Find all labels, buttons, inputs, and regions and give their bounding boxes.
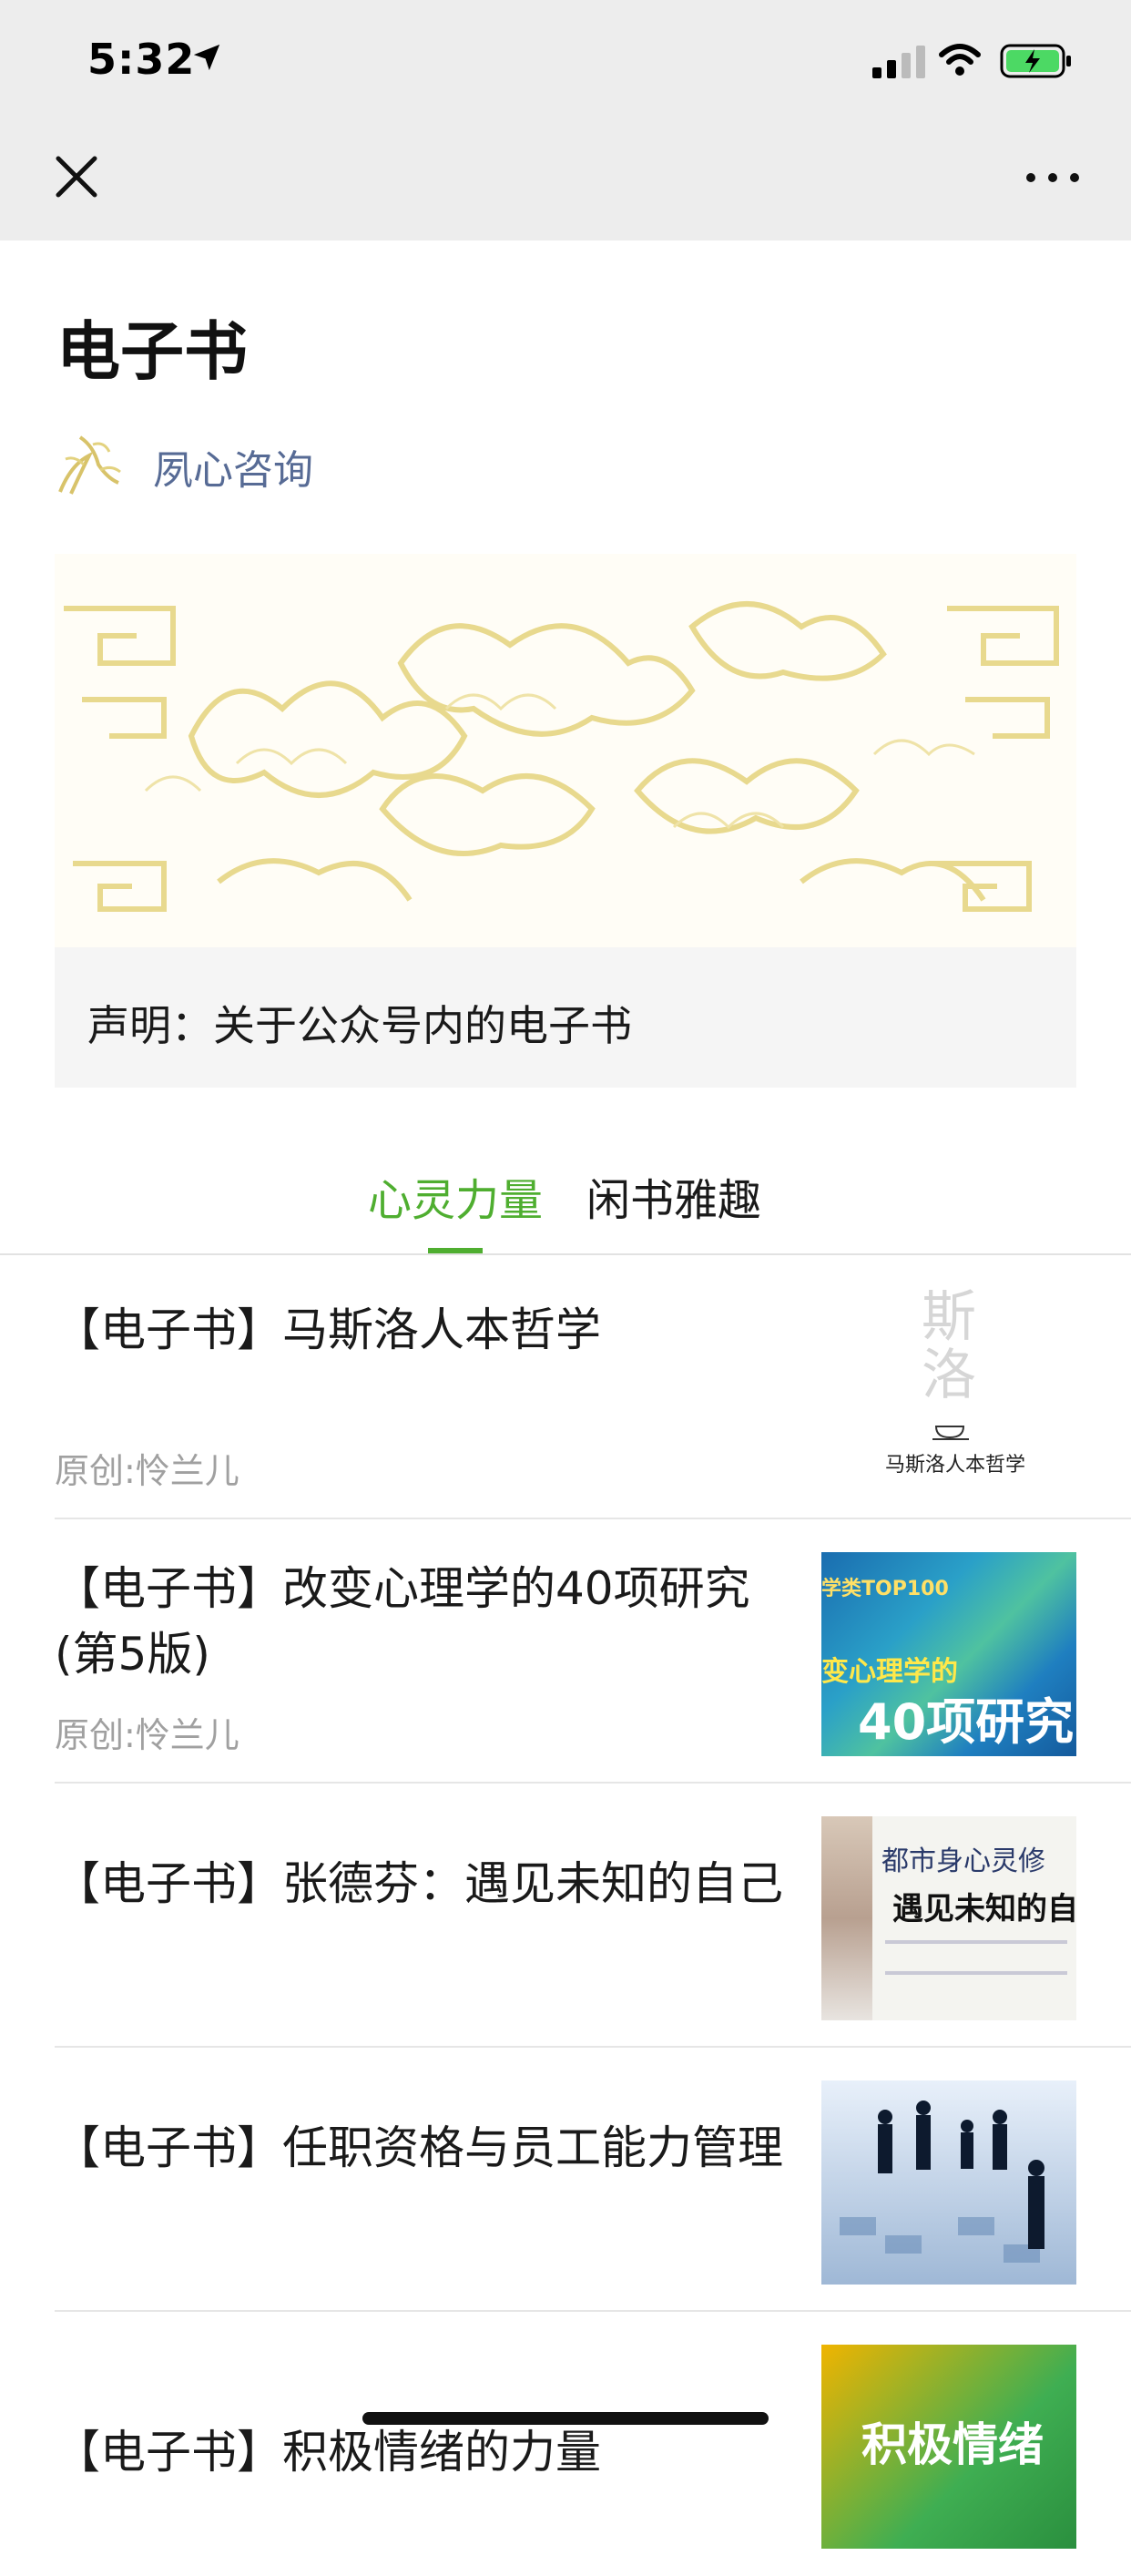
location-arrow-icon <box>193 44 220 71</box>
thumb-top-text: 学类TOP100 <box>821 1578 949 1600</box>
author-logo[interactable] <box>53 428 126 501</box>
item-thumbnail: 都市身心灵修 遇见未知的自 <box>821 1816 1076 2020</box>
thumb-top-text: 都市身心灵修 <box>881 1845 1045 1877</box>
close-icon[interactable] <box>49 149 104 204</box>
item-title: 【电子书】马斯洛人本哲学 <box>55 1303 601 1356</box>
item-title: 【电子书】张德芬：遇见未知的自己 <box>55 1857 783 1910</box>
thumb-person <box>821 1816 872 2020</box>
tab-xinling-liliang[interactable]: 心灵力量 <box>368 1164 543 1228</box>
item-title: 【电子书】积极情绪的力量 <box>55 2426 601 2479</box>
battery-charging-icon <box>1000 44 1071 78</box>
home-indicator <box>362 2412 769 2425</box>
list-item[interactable]: 【电子书】任职资格与员工能力管理 <box>55 2048 1131 2312</box>
item-thumbnail: 积极情绪 <box>821 2345 1076 2549</box>
thumb-big-text: 遇见未知的自 <box>892 1891 1076 1927</box>
notice-text: 声明：关于公众号内的电子书 <box>87 1001 632 1050</box>
item-thumbnail: 学类TOP100 变心理学的 40项研究 <box>821 1552 1076 1756</box>
list-item[interactable]: 【电子书】张德芬：遇见未知的自己 都市身心灵修 遇见未知的自 <box>55 1784 1131 2048</box>
item-title: 【电子书】任职资格与员工能力管理 <box>55 2121 783 2174</box>
thumb-brush-text: 斯洛 <box>922 1288 976 1407</box>
thumb-caption: 马斯洛人本哲学 <box>885 1454 1026 1477</box>
item-source: 原创:怜兰儿 <box>55 1451 239 1491</box>
notice-link[interactable]: 声明：关于公众号内的电子书 <box>55 947 1076 1088</box>
tab-bar: 心灵力量 闲书雅趣 <box>0 1130 1131 1255</box>
item-thumbnail <box>821 2080 1076 2285</box>
author-name[interactable]: 夙心咨询 <box>153 437 313 496</box>
list-item[interactable]: 【电子书】积极情绪的力量 积极情绪 <box>55 2312 1131 2576</box>
item-source: 原创:怜兰儿 <box>55 1715 239 1755</box>
thumb-fine-lines <box>885 1940 1067 1975</box>
item-thumbnail: 斯洛 马斯洛人本哲学 <box>821 1288 1076 1492</box>
teacup-icon <box>932 1426 969 1440</box>
list-item[interactable]: 【电子书】马斯洛人本哲学 原创:怜兰儿 斯洛 马斯洛人本哲学 <box>55 1255 1131 1519</box>
cloud-pattern-banner <box>55 554 1076 947</box>
tab-xianshu-yaqu[interactable]: 闲书雅趣 <box>586 1164 761 1228</box>
cellular-signal-icon <box>872 46 925 78</box>
item-title: 【电子书】改变心理学的40项研究(第5版) <box>55 1562 750 1681</box>
list-item[interactable]: 【电子书】改变心理学的40项研究(第5版) 原创:怜兰儿 学类TOP100 变心… <box>55 1519 1131 1784</box>
thumb-big-text: 积极情绪 <box>861 2418 1044 2471</box>
status-time: 5:32 <box>87 35 196 84</box>
article-title: 电子书 <box>56 314 248 389</box>
wifi-icon <box>939 44 981 76</box>
thumb-big-text: 40项研究 <box>858 1693 1075 1751</box>
more-options-icon[interactable] <box>1022 164 1084 191</box>
